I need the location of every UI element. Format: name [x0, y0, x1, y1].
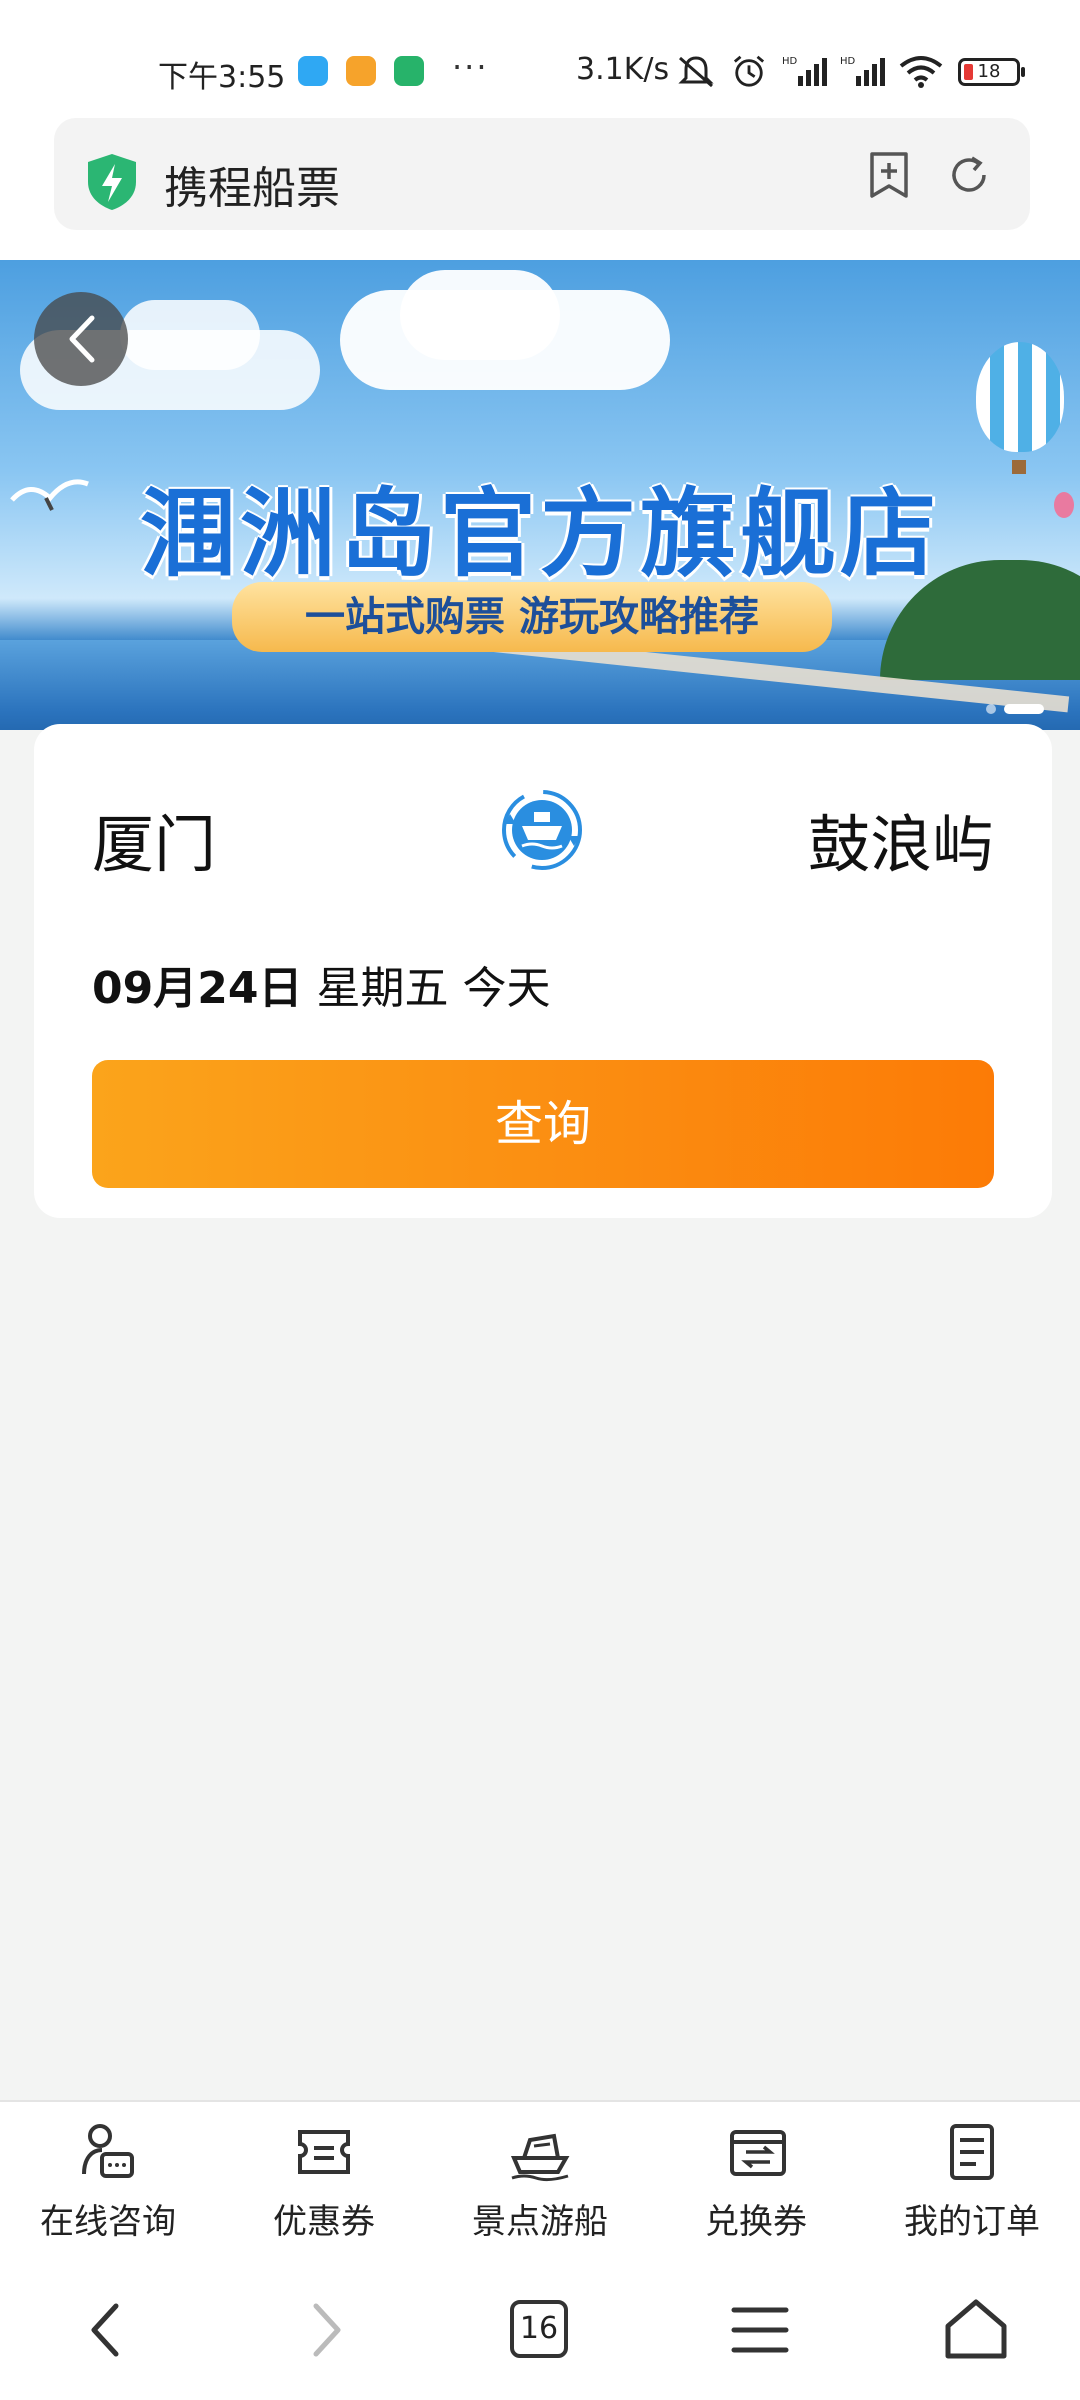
tab-sightseeing-cruise[interactable]: 景点游船: [432, 2102, 648, 2262]
hot-air-balloon-image: [976, 342, 1064, 452]
browser-navigation-bar: 16: [0, 2260, 1080, 2400]
home-icon[interactable]: [936, 2290, 1016, 2370]
swap-ship-icon[interactable]: [496, 784, 588, 876]
back-icon[interactable]: [66, 2290, 146, 2370]
date-weekday: 星期五: [316, 963, 449, 1014]
svg-text:HD: HD: [840, 56, 856, 67]
menu-icon[interactable]: [720, 2290, 800, 2370]
alarm-icon: [733, 55, 765, 87]
status-bar: 下午3:55 ··· 3.1K/s HD HD 18: [0, 0, 1080, 110]
ferry-search-card: 厦门 鼓浪屿 09月24日 星期五 今天 查询: [34, 724, 1052, 1218]
signal-hd-icon: HD: [782, 56, 827, 86]
app-notification-icon-green: [394, 56, 424, 86]
tab-label: 景点游船: [472, 2202, 608, 2242]
date-relative: 今天: [462, 963, 551, 1014]
refresh-icon[interactable]: [944, 150, 994, 200]
browser-toolbar: 携程船票: [0, 110, 1080, 260]
tab-online-consult[interactable]: 在线咨询: [0, 2102, 216, 2262]
tab-my-orders[interactable]: 我的订单: [864, 2102, 1080, 2262]
exchange-icon: [730, 2130, 786, 2176]
battery-level: 18: [977, 61, 1001, 82]
tab-coupons[interactable]: 优惠券: [216, 2102, 432, 2262]
banner-subtitle: 一站式购票 游玩攻略推荐: [232, 582, 832, 652]
ship-icon: [510, 2133, 570, 2182]
tabs-count-button[interactable]: 16: [510, 2300, 568, 2358]
mute-icon: [678, 56, 714, 88]
tab-label: 优惠券: [273, 2202, 375, 2242]
tab-label: 我的订单: [904, 2202, 1040, 2242]
page-title: 携程船票: [164, 163, 340, 214]
app-notification-icon-orange: [346, 56, 376, 86]
network-speed: 3.1K/s: [576, 52, 670, 87]
chevron-left-icon: [69, 315, 95, 363]
tab-label: 兑换券: [705, 2202, 807, 2242]
order-icon: [950, 2124, 994, 2180]
bottom-tab-bar: 在线咨询 优惠券 景点游船 兑换券 我的订单: [0, 2100, 1080, 2260]
status-time: 下午3:55: [158, 60, 286, 95]
forward-icon[interactable]: [286, 2290, 366, 2370]
departure-city[interactable]: 厦门: [92, 794, 216, 884]
more-notifications-icon: ···: [452, 48, 489, 86]
query-button[interactable]: 查询: [92, 1060, 994, 1188]
svg-text:HD: HD: [782, 56, 798, 67]
add-bookmark-icon[interactable]: [864, 150, 914, 200]
departure-date[interactable]: 09月24日 星期五 今天: [92, 952, 550, 1016]
back-button[interactable]: [34, 292, 128, 386]
banner[interactable]: 涠洲岛官方旗舰店 一站式购票 游玩攻略推荐: [0, 260, 1080, 730]
banner-title: 涠洲岛官方旗舰店: [140, 478, 940, 590]
battery-icon: 18: [958, 58, 1025, 86]
carousel-indicator: [978, 698, 1044, 717]
coupon-icon: [298, 2130, 350, 2174]
date-month-day: 09月24日: [92, 963, 303, 1014]
arrival-city[interactable]: 鼓浪屿: [808, 794, 994, 884]
app-notification-icon-blue: [298, 56, 328, 86]
address-bar[interactable]: 携程船票: [54, 118, 1030, 230]
tab-label: 在线咨询: [40, 2202, 176, 2242]
tab-exchange-vouchers[interactable]: 兑换券: [648, 2102, 864, 2262]
wifi-icon: [899, 56, 943, 88]
shield-icon: [88, 154, 136, 210]
signal-hd-icon-2: HD: [840, 56, 885, 86]
consult-icon: [82, 2124, 134, 2178]
